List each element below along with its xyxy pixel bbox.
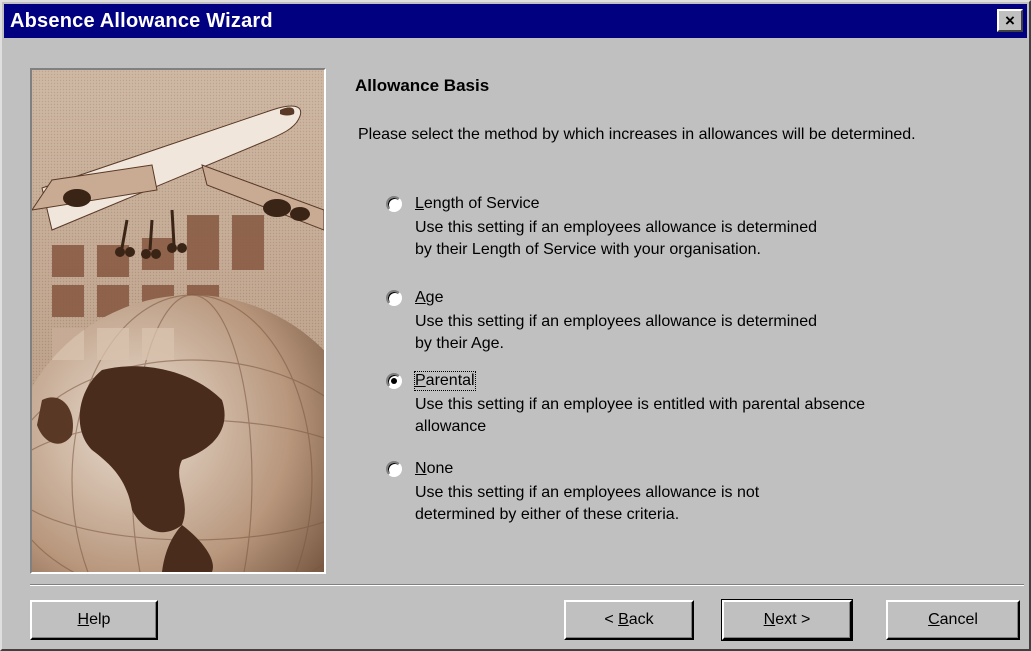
airplane-globe-illustration bbox=[32, 70, 324, 572]
option-label-none[interactable]: None bbox=[415, 460, 453, 478]
intro-text: Please select the method by which increa… bbox=[358, 126, 916, 143]
page-title: Allowance Basis bbox=[355, 76, 490, 95]
radio-age[interactable] bbox=[386, 290, 402, 306]
option-label-age[interactable]: Age bbox=[415, 289, 443, 307]
option-age[interactable]: Age Use this setting if an employees all… bbox=[386, 286, 996, 355]
option-length-of-service[interactable]: Length of Service Use this setting if an… bbox=[386, 192, 996, 261]
help-button[interactable]: Help bbox=[30, 600, 158, 640]
back-button[interactable]: < Back bbox=[564, 600, 694, 640]
window-title: Absence Allowance Wizard bbox=[10, 9, 273, 32]
option-label-length-of-service[interactable]: Length of Service bbox=[415, 195, 540, 213]
close-button[interactable]: × bbox=[997, 9, 1023, 32]
radio-parental[interactable] bbox=[386, 373, 402, 389]
option-none[interactable]: None Use this setting if an employees al… bbox=[386, 457, 996, 526]
option-description: Use this setting if an employees allowan… bbox=[415, 313, 817, 352]
wizard-window: Absence Allowance Wizard × Allowance Bas… bbox=[0, 0, 1031, 651]
option-description: Use this setting if an employees allowan… bbox=[415, 484, 760, 523]
option-description: Use this setting if an employee is entit… bbox=[415, 396, 866, 435]
next-button[interactable]: Next > bbox=[721, 599, 853, 641]
radio-none[interactable] bbox=[386, 461, 402, 477]
option-parental[interactable]: Parental Use this setting if an employee… bbox=[386, 369, 996, 438]
option-description: Use this setting if an employees allowan… bbox=[415, 219, 817, 258]
close-icon: × bbox=[1005, 11, 1015, 30]
cancel-button[interactable]: Cancel bbox=[886, 600, 1020, 640]
wizard-banner-image bbox=[30, 68, 326, 574]
title-bar[interactable]: Absence Allowance Wizard × bbox=[4, 4, 1027, 38]
footer-separator bbox=[30, 584, 1024, 586]
option-label-parental[interactable]: Parental bbox=[414, 371, 476, 391]
radio-length-of-service[interactable] bbox=[386, 196, 402, 212]
